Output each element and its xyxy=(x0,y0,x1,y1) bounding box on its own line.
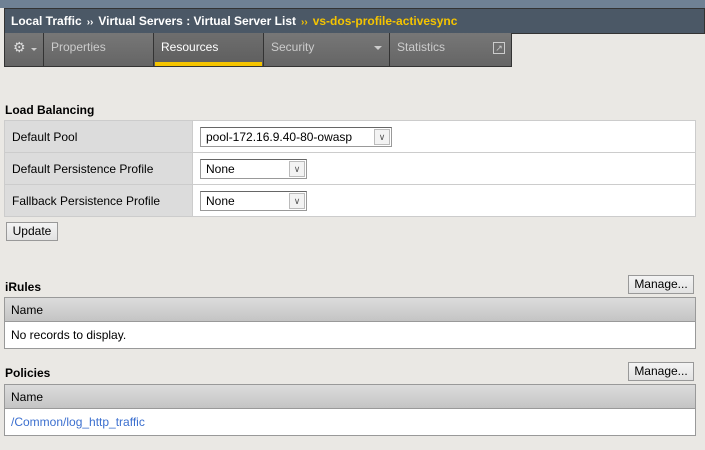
section-title-policies: Policies xyxy=(5,366,51,380)
breadcrumb: Local Traffic ›› Virtual Servers : Virtual… xyxy=(4,8,705,34)
default-pool-select[interactable]: pool-172.16.9.40-80-owasp ∨ xyxy=(200,126,392,147)
default-persistence-label: Default Persistence Profile xyxy=(4,152,193,185)
caret-down-icon xyxy=(374,46,382,50)
section-title-irules: iRules xyxy=(5,280,42,294)
tab-bar: ⚙ Properties Resources Security Statisti… xyxy=(4,33,512,67)
top-strip xyxy=(0,0,705,8)
policy-link[interactable]: /Common/log_http_traffic xyxy=(11,415,145,429)
section-title-load-balancing: Load Balancing xyxy=(5,103,95,117)
irules-table: Name No records to display. xyxy=(4,297,696,349)
policies-manage-button[interactable]: Manage... xyxy=(628,362,694,381)
select-value: pool-172.16.9.40-80-owasp xyxy=(206,129,353,144)
fallback-persistence-label: Fallback Persistence Profile xyxy=(4,184,193,217)
tab-label: Resources xyxy=(161,40,219,54)
tab-security[interactable]: Security xyxy=(264,33,389,66)
chevron-down-icon: ∨ xyxy=(289,160,305,177)
breadcrumb-separator: ›› xyxy=(301,17,308,28)
table-row: /Common/log_http_traffic xyxy=(5,409,695,435)
breadcrumb-separator: ›› xyxy=(86,17,94,28)
update-button[interactable]: Update xyxy=(6,222,58,241)
default-persistence-select[interactable]: None ∨ xyxy=(200,158,307,179)
load-balancing-table: Default Pool pool-172.16.9.40-80-owasp ∨ … xyxy=(4,120,696,217)
empty-message: No records to display. xyxy=(11,328,127,342)
breadcrumb-local-traffic[interactable]: Local Traffic xyxy=(11,14,82,28)
tab-statistics[interactable]: Statistics ↗ xyxy=(390,33,511,66)
select-value: None xyxy=(206,161,235,176)
fallback-persistence-select[interactable]: None ∨ xyxy=(200,190,307,211)
tab-properties[interactable]: Properties xyxy=(44,33,153,66)
tab-label: Properties xyxy=(51,40,106,54)
select-value: None xyxy=(206,193,235,208)
chevron-down-icon: ∨ xyxy=(374,128,390,145)
gear-icon: ⚙ xyxy=(13,39,26,55)
column-header-name[interactable]: Name xyxy=(5,298,695,322)
tab-label: Statistics xyxy=(397,40,446,54)
breadcrumb-virtual-server-list[interactable]: Virtual Servers : Virtual Server List xyxy=(98,14,296,28)
policies-table: Name /Common/log_http_traffic xyxy=(4,384,696,436)
breadcrumb-current: vs-dos-profile-activesync xyxy=(312,14,458,28)
tab-label: Security xyxy=(271,40,315,54)
gear-menu-button[interactable]: ⚙ xyxy=(5,33,43,66)
column-header-name[interactable]: Name xyxy=(5,385,695,409)
tab-resources[interactable]: Resources xyxy=(154,33,263,66)
default-pool-label: Default Pool xyxy=(4,120,193,153)
external-link-icon[interactable]: ↗ xyxy=(493,42,505,54)
chevron-down-icon: ∨ xyxy=(289,192,305,209)
irules-manage-button[interactable]: Manage... xyxy=(628,275,694,294)
caret-down-icon xyxy=(31,48,37,51)
